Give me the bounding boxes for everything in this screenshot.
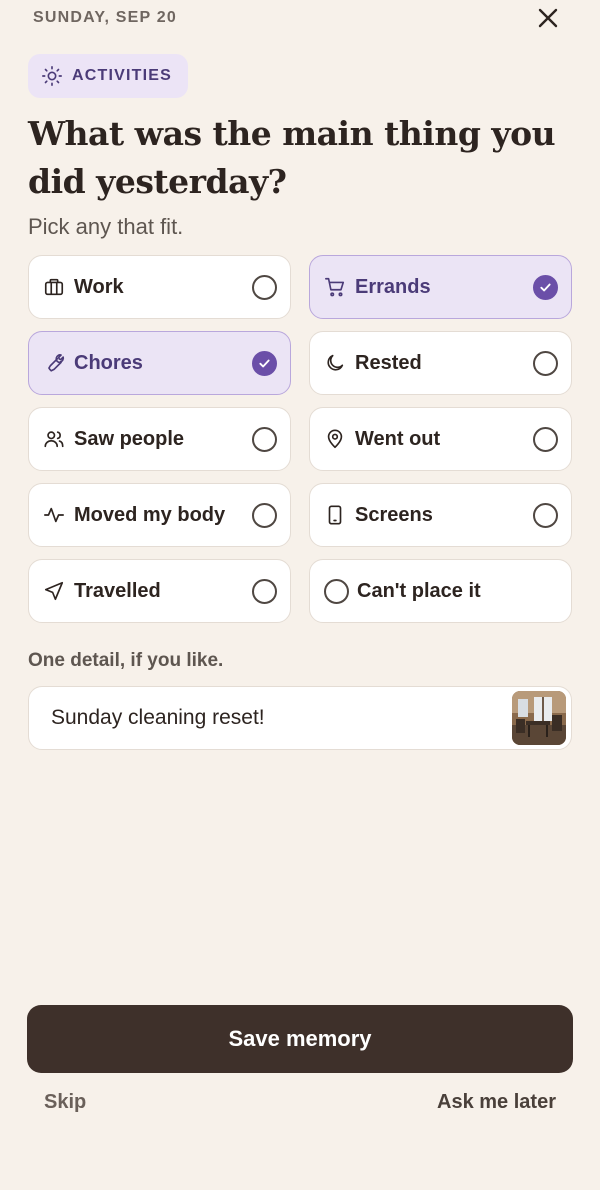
detail-value[interactable]: Sunday cleaning reset! [51, 706, 512, 730]
option-travelled[interactable]: Travelled [28, 559, 291, 623]
sun-icon [40, 64, 64, 88]
circle-icon[interactable] [324, 578, 349, 604]
question-hint: Pick any that fit. [28, 214, 184, 239]
option-saw-people[interactable]: Saw people [28, 407, 291, 471]
radio-unchecked[interactable] [533, 502, 558, 528]
radio-unchecked[interactable] [252, 502, 277, 528]
save-memory-button[interactable]: Save memory [27, 1005, 573, 1073]
option-screens[interactable]: Screens [309, 483, 572, 547]
option-errands[interactable]: Errands [309, 255, 572, 319]
option-label: Saw people [74, 427, 185, 450]
radio-checked[interactable] [533, 274, 558, 300]
radio-unchecked[interactable] [252, 426, 277, 452]
option-went-out[interactable]: Went out [309, 407, 572, 471]
option-work[interactable]: Work [28, 255, 291, 319]
ask-me-later-link[interactable]: Ask me later [437, 1091, 556, 1114]
category-label: ACTIVITIES [72, 67, 173, 84]
photo-thumbnail[interactable] [512, 691, 566, 745]
radio-checked[interactable] [252, 350, 277, 376]
detail-input[interactable]: Sunday cleaning reset! [28, 686, 572, 750]
radio-unchecked[interactable] [533, 350, 558, 376]
option-label: Travelled [74, 579, 161, 602]
option-label: Chores [74, 351, 143, 374]
radio-unchecked[interactable] [252, 274, 277, 300]
moon-icon [324, 352, 346, 374]
option-label: Screens [355, 503, 433, 526]
skip-link[interactable]: Skip [44, 1091, 86, 1114]
briefcase-icon [43, 276, 65, 298]
check-icon [540, 283, 551, 291]
option-cant-place-it[interactable]: Can't place it [309, 559, 572, 623]
options-grid: Work Errands Chores Rested Saw people We… [28, 255, 572, 623]
radio-unchecked[interactable] [533, 426, 558, 452]
category-pill: ACTIVITIES [28, 54, 188, 98]
radio-unchecked[interactable] [252, 578, 277, 604]
phone-icon [324, 504, 346, 526]
navigation-icon [43, 580, 65, 602]
map-pin-icon [324, 428, 346, 450]
close-icon [538, 8, 558, 28]
people-icon [43, 428, 65, 450]
option-label: Went out [355, 427, 441, 450]
close-button[interactable] [534, 4, 562, 32]
activity-icon [43, 504, 65, 526]
option-chores[interactable]: Chores [28, 331, 291, 395]
option-label: Moved my body [74, 503, 226, 526]
option-rested[interactable]: Rested [309, 331, 572, 395]
option-label: Rested [355, 351, 422, 374]
question-title: What was the main thing you did yesterda… [28, 114, 556, 201]
cart-icon [324, 276, 346, 298]
detail-label: One detail, if you like. [28, 650, 224, 671]
wrench-icon [43, 352, 65, 374]
option-label: Work [74, 275, 124, 298]
check-icon [259, 359, 270, 367]
option-label: Can't place it [357, 579, 481, 602]
option-moved-my-body[interactable]: Moved my body [28, 483, 291, 547]
option-label: Errands [355, 275, 431, 298]
date-heading: SUNDAY, SEP 20 [33, 9, 177, 26]
